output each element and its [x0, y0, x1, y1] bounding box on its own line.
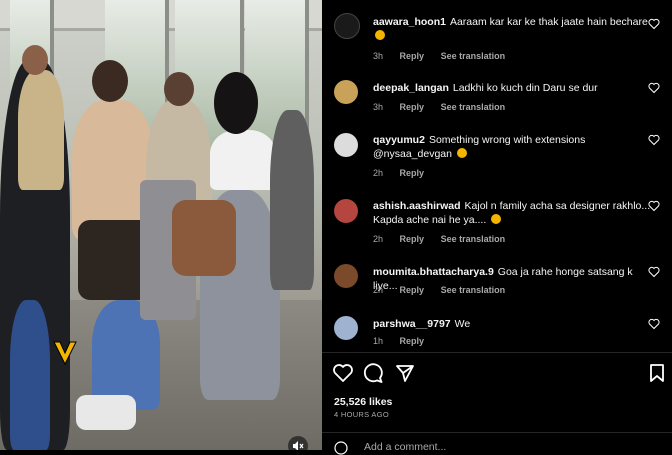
reply-button[interactable]: Reply — [400, 285, 425, 295]
comment-heart-icon[interactable] — [648, 200, 660, 212]
avatar[interactable] — [334, 199, 358, 223]
post-media[interactable] — [0, 0, 322, 450]
grinning-emoji-icon — [491, 214, 502, 224]
comment-heart-icon[interactable] — [648, 266, 660, 278]
see-translation-link[interactable]: See translation — [441, 51, 506, 61]
reply-button[interactable]: Reply — [400, 51, 425, 61]
like-button[interactable] — [332, 362, 354, 384]
comment-meta: 2h Reply — [373, 168, 438, 178]
comment-body: We — [454, 318, 471, 330]
comment-heart-icon[interactable] — [648, 82, 660, 94]
avatar[interactable] — [334, 13, 360, 39]
bookmark-icon — [650, 364, 664, 382]
add-comment-bar[interactable]: Add a comment... — [322, 432, 672, 455]
comment-username[interactable]: parshwa__9797 — [373, 318, 451, 330]
security-guard — [18, 70, 64, 190]
comment-item: ashish.aashirwad Kajol n family acha sa d… — [322, 196, 672, 252]
comment-heart-icon[interactable] — [648, 18, 660, 30]
grinning-emoji-icon — [456, 148, 467, 158]
divider — [322, 352, 672, 353]
see-translation-link[interactable]: See translation — [441, 234, 506, 244]
comment-time: 1h — [373, 336, 384, 346]
comment-meta: 3h Reply See translation — [373, 51, 519, 61]
comment-item: parshwa__9797 We 1h Reply — [322, 314, 672, 350]
brown-bag — [172, 200, 236, 276]
comment-item: aawara_hoon1 Aaraam kar kar ke thak jaate… — [322, 10, 672, 66]
reply-button[interactable]: Reply — [400, 102, 425, 112]
comment-button[interactable] — [362, 362, 384, 384]
man-background — [270, 110, 314, 290]
comment-body: Ladkhi ko kuch din Daru se dur — [452, 82, 598, 94]
comment-item: qayyumu2 Something wrong with extensions … — [322, 130, 672, 186]
guard-head — [22, 45, 48, 75]
add-comment-input[interactable]: Add a comment... — [364, 441, 446, 453]
share-button[interactable] — [394, 362, 416, 384]
comment-time: 2h — [373, 234, 384, 244]
post-actions — [322, 360, 672, 386]
comment-time: 2h — [373, 285, 384, 295]
comment-icon — [363, 363, 383, 383]
comment-text: qayyumu2 Something wrong with extensions … — [373, 133, 654, 161]
comment-text: ashish.aashirwad Kajol n family acha sa d… — [373, 199, 654, 227]
comment-meta: 2h Reply See translation — [373, 234, 519, 244]
comment-meta: 1h Reply — [373, 336, 438, 346]
comment-text: parshwa__9797 We — [373, 317, 654, 331]
see-translation-link[interactable]: See translation — [441, 102, 506, 112]
girl-white-top — [210, 130, 276, 190]
comment-item: deepak_langan Ladkhi ko kuch din Daru se … — [322, 78, 672, 118]
woman-head — [92, 60, 128, 102]
comment-text: deepak_langan Ladkhi ko kuch din Daru se … — [373, 81, 654, 95]
avatar[interactable] — [334, 80, 358, 104]
comment-username[interactable]: ashish.aashirwad — [373, 200, 461, 212]
reply-button[interactable]: Reply — [400, 234, 425, 244]
sneakers — [76, 395, 136, 430]
man-head — [164, 72, 194, 106]
avatar[interactable] — [334, 316, 358, 340]
comment-time: 2h — [373, 168, 384, 178]
comment-username[interactable]: aawara_hoon1 — [373, 16, 446, 28]
comment-body: Aaraam kar kar ke thak jaate hain bechar… — [449, 16, 648, 28]
comment-time: 3h — [373, 102, 384, 112]
comment-time: 3h — [373, 51, 384, 61]
comment-username[interactable]: qayyumu2 — [373, 134, 425, 146]
post-timestamp[interactable]: 4 HOURS AGO — [334, 410, 389, 419]
reply-button[interactable]: Reply — [400, 336, 425, 346]
girl-hair — [214, 72, 258, 134]
comment-item: moumita.bhattacharya.9 Goa ja rahe honge … — [322, 262, 672, 302]
see-translation-link[interactable]: See translation — [441, 285, 506, 295]
heart-icon — [333, 364, 353, 382]
comment-username[interactable]: deepak_langan — [373, 82, 449, 94]
comment-heart-icon[interactable] — [648, 318, 660, 330]
mute-button[interactable] — [288, 436, 308, 450]
comment-heart-icon[interactable] — [648, 134, 660, 146]
watermark-logo — [52, 338, 78, 366]
jeans — [10, 300, 50, 450]
avatar[interactable] — [334, 133, 358, 157]
comment-text: aawara_hoon1 Aaraam kar kar ke thak jaate… — [373, 15, 654, 43]
reply-button[interactable]: Reply — [400, 168, 425, 178]
share-icon — [396, 365, 414, 382]
comment-username[interactable]: moumita.bhattacharya.9 — [373, 266, 494, 278]
avatar[interactable] — [334, 264, 358, 288]
comment-meta: 3h Reply See translation — [373, 102, 519, 112]
grinning-emoji-icon — [375, 30, 385, 40]
save-button[interactable] — [646, 362, 668, 384]
comment-meta: 2h Reply See translation — [373, 285, 519, 295]
emoji-picker-icon[interactable] — [334, 441, 348, 455]
speaker-muted-icon — [293, 441, 304, 450]
likes-count[interactable]: 25,526 likes — [334, 396, 392, 408]
